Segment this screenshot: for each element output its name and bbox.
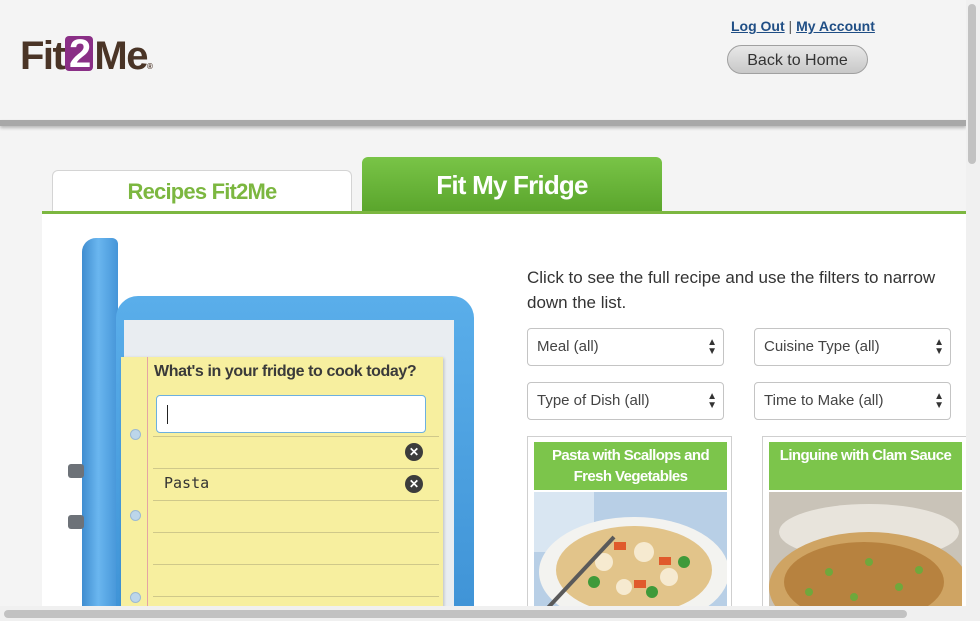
logout-link[interactable]: Log Out	[731, 18, 785, 34]
notepad-hole	[130, 592, 141, 603]
notepad-rule	[153, 436, 439, 437]
tab-recipes-fit2me[interactable]: Recipes Fit2Me	[52, 170, 352, 212]
text-cursor	[167, 405, 168, 424]
remove-ingredient-icon[interactable]: ✕	[405, 475, 423, 493]
logo-registered-mark: ®	[146, 62, 153, 71]
recipe-card-scallops[interactable]: Pasta with Scallops and Fresh Vegetables	[527, 436, 732, 621]
notepad-rule	[153, 532, 439, 533]
cuisine-filter-select[interactable]: Cuisine Type (all) ▲ ▼	[754, 328, 951, 366]
remove-ingredient-icon[interactable]: ✕	[405, 443, 423, 461]
recipe-title: Pasta with Scallops and Fresh Vegetables	[534, 442, 727, 490]
cuisine-filter-value: Cuisine Type (all)	[764, 338, 880, 355]
fridge-prompt: What's in your fridge to cook today?	[154, 363, 417, 380]
link-separator: |	[788, 18, 793, 34]
notepad-rule	[153, 564, 439, 565]
ingredient-notepad: What's in your fridge to cook today? ✕ P…	[121, 357, 443, 621]
logo-prefix: Fit	[20, 34, 66, 78]
fit2me-logo[interactable]: Fit 2 Me®	[20, 34, 153, 89]
notepad-margin-line	[147, 357, 148, 621]
header-divider	[0, 120, 966, 126]
ingredient-input[interactable]	[156, 395, 426, 433]
horizontal-scrollbar-thumb[interactable]	[4, 610, 907, 618]
notepad-rule	[153, 596, 439, 597]
notepad-rule	[153, 500, 439, 501]
results-instructions: Click to see the full recipe and use the…	[527, 268, 936, 312]
select-arrows-icon: ▲ ▼	[934, 337, 944, 357]
site-header: Fit 2 Me® Log Out | My Account Back to Hom…	[0, 0, 966, 120]
recipe-title: Linguine with Clam Sauce	[769, 442, 962, 490]
recipe-photo-scallops	[534, 492, 727, 620]
recipe-card-linguine[interactable]: Linguine with Clam Sauce	[762, 436, 967, 621]
logo-suffix: Me	[94, 34, 148, 78]
notepad-hole	[130, 510, 141, 521]
time-filter-select[interactable]: Time to Make (all) ▲ ▼	[754, 382, 951, 420]
ingredient-item-pasta: Pasta	[164, 474, 210, 492]
notepad-rule	[153, 468, 439, 469]
my-account-link[interactable]: My Account	[796, 18, 875, 34]
meal-filter-value: Meal (all)	[537, 338, 599, 355]
time-filter-value: Time to Make (all)	[764, 392, 884, 409]
dish-type-filter-value: Type of Dish (all)	[537, 392, 650, 409]
fridge-hinge-bottom	[68, 515, 84, 529]
logo-digit: 2	[65, 34, 94, 74]
back-to-home-button[interactable]: Back to Home	[727, 45, 868, 74]
meal-filter-select[interactable]: Meal (all) ▲ ▼	[527, 328, 724, 366]
recipe-photo-linguine	[769, 492, 962, 620]
notepad-hole	[130, 429, 141, 440]
select-arrows-icon: ▲ ▼	[934, 391, 944, 411]
tab-fit-my-fridge[interactable]: Fit My Fridge	[362, 157, 662, 212]
fridge-door-illustration	[82, 238, 118, 618]
select-arrows-icon: ▲ ▼	[707, 337, 717, 357]
account-links: Log Out | My Account	[731, 18, 875, 34]
vertical-scrollbar-thumb[interactable]	[968, 4, 976, 164]
fridge-hinge-top	[68, 464, 84, 478]
dish-type-filter-select[interactable]: Type of Dish (all) ▲ ▼	[527, 382, 724, 420]
select-arrows-icon: ▲ ▼	[707, 391, 717, 411]
